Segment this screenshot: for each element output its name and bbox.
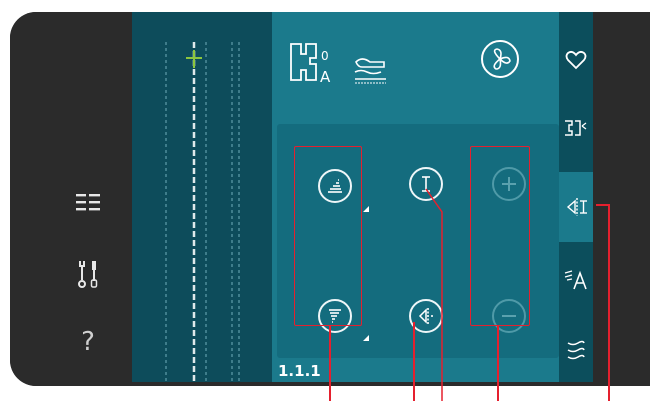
callout-line bbox=[608, 204, 610, 401]
callout-leader-lines bbox=[425, 188, 443, 401]
